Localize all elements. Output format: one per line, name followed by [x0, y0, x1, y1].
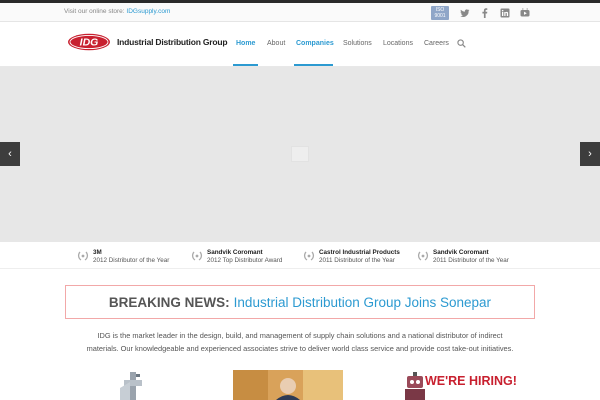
- top-bar: Visit our online store: IDGsupply.com IS…: [0, 0, 600, 22]
- intro-line: IDG is the market leader in the design, …: [97, 331, 503, 340]
- slide-image-placeholder: [291, 146, 309, 162]
- facebook-icon[interactable]: [479, 7, 491, 19]
- equipment-thumbnail[interactable]: [112, 370, 152, 400]
- store-notice: Visit our online store: IDGsupply.com: [64, 8, 170, 15]
- youtube-icon[interactable]: [519, 7, 531, 19]
- intro-paragraph: IDG is the market leader in the design, …: [40, 329, 560, 355]
- laurel-wreath-icon: [417, 251, 429, 261]
- nav-companies[interactable]: Companies: [296, 40, 334, 47]
- laurel-wreath-icon: [303, 251, 315, 261]
- award-desc: 2011 Distributor of the Year: [433, 257, 509, 264]
- store-link[interactable]: IDGsupply.com: [126, 8, 170, 15]
- slider-prev-button[interactable]: ‹: [0, 142, 20, 166]
- brand-name: Industrial Distribution Group: [117, 37, 228, 47]
- idg-logo[interactable]: IDG: [67, 33, 111, 51]
- awards-strip: 3M 2012 Distributor of the Year Sandvik …: [0, 242, 600, 269]
- award-desc: 2012 Top Distributor Award: [207, 257, 283, 264]
- award-desc: 2012 Distributor of the Year: [93, 257, 170, 264]
- award-name: Sandvik Coromant: [433, 249, 489, 256]
- award-name: Castrol Industrial Products: [319, 249, 400, 256]
- intro-line: materials. Our knowledgeable and experie…: [86, 344, 514, 353]
- nav-locations[interactable]: Locations: [383, 40, 413, 47]
- hiring-banner[interactable]: WE'RE HIRING!: [399, 370, 529, 400]
- nav-companies-underline: [294, 64, 333, 66]
- hero-slider: ‹ ›: [0, 67, 600, 242]
- hiring-text: WE'RE HIRING!: [425, 374, 517, 388]
- slider-next-button[interactable]: ›: [580, 142, 600, 166]
- nav-home-underline: [233, 64, 258, 66]
- site-header: IDG Industrial Distribution Group Home A…: [0, 22, 600, 67]
- award-name: Sandvik Coromant: [207, 249, 263, 256]
- linkedin-icon[interactable]: [499, 7, 511, 19]
- nav-solutions[interactable]: Solutions: [343, 40, 372, 47]
- laurel-wreath-icon: [191, 251, 203, 261]
- breaking-news-label: BREAKING NEWS:: [108, 294, 230, 310]
- nav-home[interactable]: Home: [236, 40, 255, 47]
- award-desc: 2011 Distributor of the Year: [319, 257, 395, 264]
- breaking-news-headline[interactable]: Industrial Distribution Group Joins Sone…: [234, 295, 491, 310]
- people-photo-thumbnail[interactable]: [233, 370, 343, 400]
- visit-text: Visit our online store:: [64, 8, 125, 15]
- iso-badge: ISO 9001: [431, 6, 449, 20]
- twitter-icon[interactable]: [459, 7, 471, 19]
- nav-about[interactable]: About: [267, 40, 285, 47]
- laurel-wreath-icon: [77, 251, 89, 261]
- nav-careers[interactable]: Careers: [424, 40, 449, 47]
- search-icon[interactable]: [457, 39, 466, 48]
- award-name: 3M: [93, 249, 102, 256]
- svg-text:IDG: IDG: [80, 37, 99, 49]
- breaking-news-banner[interactable]: BREAKING NEWS: Industrial Distribution G…: [65, 285, 535, 319]
